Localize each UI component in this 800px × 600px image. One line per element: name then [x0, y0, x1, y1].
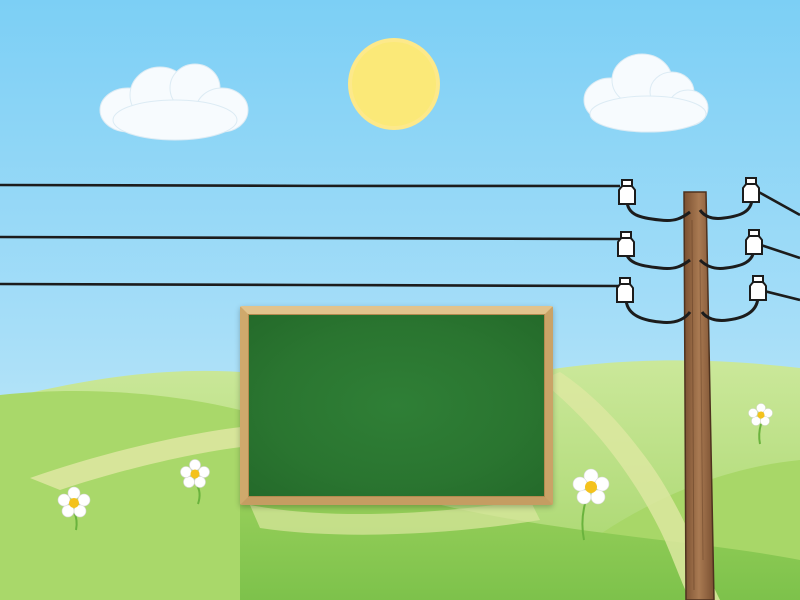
insulator-icon — [749, 275, 767, 301]
insulator-icon — [745, 229, 763, 255]
insulator-icon — [742, 177, 760, 203]
chalkboard — [240, 306, 553, 505]
sun-icon — [348, 38, 440, 130]
background — [0, 0, 800, 600]
insulator-icon — [617, 231, 635, 257]
game-scene — [0, 0, 800, 600]
hill-left — [0, 390, 240, 600]
insulator-icon — [618, 179, 636, 205]
insulator-icon — [616, 277, 634, 303]
